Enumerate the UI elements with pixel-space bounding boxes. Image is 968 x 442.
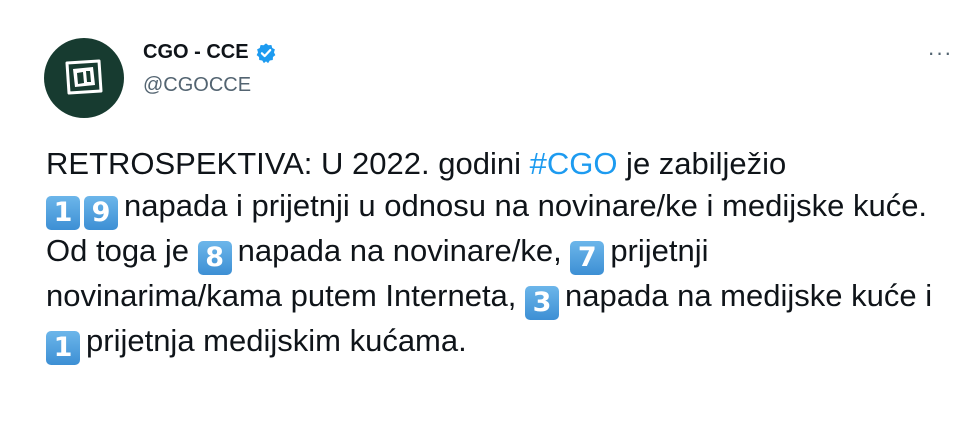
hashtag-link[interactable]: #CGO (530, 146, 618, 181)
cgo-logo-icon (65, 59, 103, 95)
name-row: CGO - CCE (143, 41, 277, 64)
text-segment: napada na medijske kuće i (565, 278, 933, 313)
keycap-digit: 9 (84, 196, 118, 230)
avatar[interactable] (44, 38, 124, 118)
verified-badge-icon (256, 42, 275, 63)
display-name[interactable]: CGO - CCE (143, 41, 249, 64)
keycap-digit: 8 (197, 241, 232, 275)
tweet-text: RETROSPEKTIVA: U 2022. godini #CGO je za… (46, 143, 946, 365)
text-segment: RETROSPEKTIVA: U 2022. godini (46, 146, 530, 181)
keycap-digit: 1 (46, 196, 80, 230)
text-segment: prijetnja medijskim kućama. (86, 323, 467, 358)
tweet-author: CGO - CCE @CGOCCE (143, 41, 277, 97)
user-handle[interactable]: @CGOCCE (143, 74, 277, 97)
text-segment: je zabilježio (617, 146, 787, 181)
keycap-digit: 3 (525, 286, 560, 320)
text-segment: napada na novinare/ke, (237, 233, 571, 268)
keycap-digit: 1 (46, 331, 80, 365)
more-options-icon[interactable]: ··· (920, 38, 960, 68)
keycap-digit: 7 (570, 241, 605, 275)
